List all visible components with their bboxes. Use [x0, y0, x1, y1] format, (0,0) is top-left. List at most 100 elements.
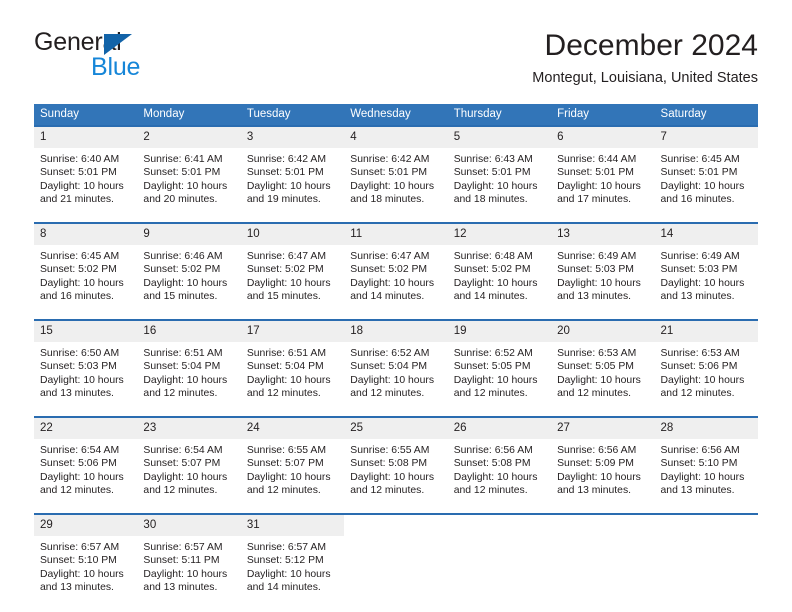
calendar-day-cell[interactable]: 1 Sunrise: 6:40 AM Sunset: 5:01 PM Daylight… — [34, 125, 138, 209]
day-number: 21 — [654, 321, 758, 342]
daylight-text-line2: and 12 minutes. — [453, 485, 528, 497]
daylight-text-line2: and 16 minutes. — [660, 194, 735, 206]
calendar-day-cell[interactable]: 13 Sunrise: 6:49 AM Sunset: 5:03 PM Dayligh… — [551, 222, 655, 306]
calendar-day-cell[interactable]: 24 Sunrise: 6:55 AM Sunset: 5:07 PM Dayligh… — [240, 416, 345, 500]
day-details: Sunrise: 6:42 AM Sunset: 5:01 PM Daylight:… — [344, 148, 447, 209]
day-number — [344, 515, 448, 523]
daylight-text-line1: Daylight: 10 hours — [350, 277, 435, 289]
daylight-text-line2: and 15 minutes. — [246, 291, 321, 303]
day-number — [654, 515, 758, 523]
day-details — [551, 523, 654, 584]
daylight-text-line2: and 19 minutes. — [246, 194, 321, 206]
logo-triangle-icon — [104, 34, 132, 55]
day-details — [344, 523, 447, 584]
calendar-table: Sunday Monday Tuesday Wednesday Thursday… — [34, 104, 758, 597]
sunrise-text: Sunrise: 6:54 AM — [143, 445, 223, 456]
calendar-day-cell[interactable]: 21 Sunrise: 6:53 AM Sunset: 5:06 PM Dayligh… — [654, 319, 758, 403]
calendar-day-cell[interactable]: 22 Sunrise: 6:54 AM Sunset: 5:06 PM Dayligh… — [34, 416, 138, 500]
sunrise-text: Sunrise: 6:54 AM — [40, 445, 120, 456]
calendar-day-cell[interactable]: 19 Sunrise: 6:52 AM Sunset: 5:05 PM Dayligh… — [447, 319, 552, 403]
sunrise-text: Sunrise: 6:40 AM — [40, 154, 120, 165]
sunrise-text: Sunrise: 6:43 AM — [453, 154, 533, 165]
calendar-empty-cell — [344, 513, 448, 597]
daylight-text-line1: Daylight: 10 hours — [660, 471, 745, 483]
calendar-day-cell[interactable]: 16 Sunrise: 6:51 AM Sunset: 5:04 PM Dayligh… — [137, 319, 241, 403]
week-spacer-cell — [34, 500, 758, 514]
daylight-text-line2: and 20 minutes. — [143, 194, 218, 206]
day-number: 6 — [551, 127, 655, 148]
daylight-text-line2: and 14 minutes. — [246, 582, 321, 594]
calendar-day-cell[interactable]: 18 Sunrise: 6:52 AM Sunset: 5:04 PM Dayligh… — [344, 319, 448, 403]
calendar-day-cell[interactable]: 2 Sunrise: 6:41 AM Sunset: 5:01 PM Daylight… — [137, 125, 241, 209]
daylight-text-line1: Daylight: 10 hours — [40, 568, 124, 580]
daylight-text-line2: and 12 minutes. — [143, 388, 218, 400]
day-number: 13 — [551, 224, 655, 245]
sunrise-text: Sunrise: 6:55 AM — [246, 445, 326, 456]
day-number: 20 — [551, 321, 655, 342]
day-number: 17 — [240, 321, 345, 342]
calendar-day-cell[interactable]: 11 Sunrise: 6:47 AM Sunset: 5:02 PM Dayligh… — [344, 222, 448, 306]
calendar-day-cell[interactable]: 14 Sunrise: 6:49 AM Sunset: 5:03 PM Dayligh… — [654, 222, 758, 306]
calendar-day-cell[interactable]: 6 Sunrise: 6:44 AM Sunset: 5:01 PM Daylight… — [551, 125, 655, 209]
sunset-text: Sunset: 5:12 PM — [246, 555, 324, 567]
calendar-day-cell[interactable]: 15 Sunrise: 6:50 AM Sunset: 5:03 PM Dayligh… — [34, 319, 138, 403]
sunset-text: Sunset: 5:01 PM — [246, 167, 324, 179]
day-details: Sunrise: 6:57 AM Sunset: 5:12 PM Daylight:… — [241, 536, 344, 597]
calendar-body: 1 Sunrise: 6:40 AM Sunset: 5:01 PM Daylight… — [34, 125, 758, 597]
calendar-day-cell[interactable]: 30 Sunrise: 6:57 AM Sunset: 5:11 PM Dayligh… — [137, 513, 241, 597]
calendar-week-row: 15 Sunrise: 6:50 AM Sunset: 5:03 PM Dayligh… — [34, 319, 758, 403]
sunrise-text: Sunrise: 6:57 AM — [246, 542, 326, 553]
sunset-text: Sunset: 5:01 PM — [660, 167, 738, 179]
calendar-day-cell[interactable]: 31 Sunrise: 6:57 AM Sunset: 5:12 PM Dayligh… — [240, 513, 345, 597]
calendar-day-cell[interactable]: 7 Sunrise: 6:45 AM Sunset: 5:01 PM Daylight… — [654, 125, 758, 209]
daylight-text-line1: Daylight: 10 hours — [350, 374, 435, 386]
sunset-text: Sunset: 5:10 PM — [660, 458, 738, 470]
general-blue-logo[interactable]: General Blue — [34, 28, 264, 84]
daylight-text-line2: and 13 minutes. — [557, 291, 632, 303]
calendar-day-cell[interactable]: 27 Sunrise: 6:56 AM Sunset: 5:09 PM Dayligh… — [551, 416, 655, 500]
calendar-day-cell[interactable]: 17 Sunrise: 6:51 AM Sunset: 5:04 PM Dayligh… — [240, 319, 345, 403]
weekday-header-tuesday: Tuesday — [240, 104, 345, 126]
day-details: Sunrise: 6:52 AM Sunset: 5:05 PM Daylight:… — [448, 342, 551, 403]
calendar-day-cell[interactable]: 29 Sunrise: 6:57 AM Sunset: 5:10 PM Dayligh… — [34, 513, 138, 597]
day-number: 23 — [137, 418, 241, 439]
daylight-text-line2: and 13 minutes. — [557, 485, 632, 497]
sunrise-text: Sunrise: 6:56 AM — [557, 445, 637, 456]
day-number: 24 — [240, 418, 345, 439]
sunset-text: Sunset: 5:01 PM — [143, 167, 221, 179]
daylight-text-line1: Daylight: 10 hours — [660, 374, 745, 386]
daylight-text-line1: Daylight: 10 hours — [350, 180, 435, 192]
day-number: 30 — [137, 515, 241, 536]
day-number: 16 — [137, 321, 241, 342]
calendar-day-cell[interactable]: 10 Sunrise: 6:47 AM Sunset: 5:02 PM Dayligh… — [240, 222, 345, 306]
calendar-day-cell[interactable]: 23 Sunrise: 6:54 AM Sunset: 5:07 PM Dayligh… — [137, 416, 241, 500]
calendar-page: General Blue December 2024 Montegut, Lou… — [0, 0, 792, 612]
calendar-day-cell[interactable]: 4 Sunrise: 6:42 AM Sunset: 5:01 PM Daylight… — [344, 125, 448, 209]
week-spacer-row — [34, 306, 758, 320]
daylight-text-line2: and 14 minutes. — [453, 291, 528, 303]
day-number: 25 — [344, 418, 448, 439]
daylight-text-line2: and 21 minutes. — [40, 194, 114, 206]
sunset-text: Sunset: 5:04 PM — [246, 361, 324, 373]
calendar-day-cell[interactable]: 28 Sunrise: 6:56 AM Sunset: 5:10 PM Dayligh… — [654, 416, 758, 500]
day-number: 7 — [654, 127, 758, 148]
calendar-week-row: 29 Sunrise: 6:57 AM Sunset: 5:10 PM Dayligh… — [34, 513, 758, 597]
sunrise-text: Sunrise: 6:47 AM — [246, 251, 326, 262]
day-details: Sunrise: 6:42 AM Sunset: 5:01 PM Daylight:… — [241, 148, 344, 209]
sunrise-text: Sunrise: 6:57 AM — [40, 542, 120, 553]
daylight-text-line2: and 12 minutes. — [350, 388, 425, 400]
calendar-day-cell[interactable]: 5 Sunrise: 6:43 AM Sunset: 5:01 PM Daylight… — [447, 125, 552, 209]
sunrise-text: Sunrise: 6:46 AM — [143, 251, 223, 262]
calendar-day-cell[interactable]: 20 Sunrise: 6:53 AM Sunset: 5:05 PM Dayligh… — [551, 319, 655, 403]
calendar-day-cell[interactable]: 8 Sunrise: 6:45 AM Sunset: 5:02 PM Daylight… — [34, 222, 138, 306]
calendar-day-cell[interactable]: 26 Sunrise: 6:56 AM Sunset: 5:08 PM Dayligh… — [447, 416, 552, 500]
calendar-day-cell[interactable]: 3 Sunrise: 6:42 AM Sunset: 5:01 PM Daylight… — [240, 125, 345, 209]
daylight-text-line1: Daylight: 10 hours — [557, 277, 641, 289]
day-number: 3 — [240, 127, 345, 148]
day-number: 26 — [447, 418, 552, 439]
daylight-text-line1: Daylight: 10 hours — [143, 471, 228, 483]
calendar-day-cell[interactable]: 25 Sunrise: 6:55 AM Sunset: 5:08 PM Dayligh… — [344, 416, 448, 500]
calendar-day-cell[interactable]: 9 Sunrise: 6:46 AM Sunset: 5:02 PM Daylight… — [137, 222, 241, 306]
sunset-text: Sunset: 5:01 PM — [557, 167, 634, 179]
calendar-day-cell[interactable]: 12 Sunrise: 6:48 AM Sunset: 5:02 PM Dayligh… — [447, 222, 552, 306]
